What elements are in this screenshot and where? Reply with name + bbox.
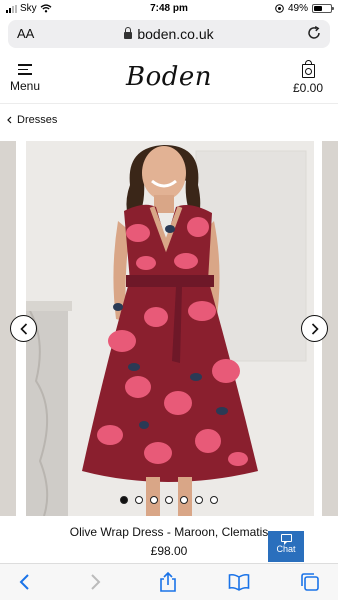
- tabs-button[interactable]: [298, 571, 322, 593]
- breadcrumb-link[interactable]: Dresses: [17, 114, 57, 126]
- carousel-dot[interactable]: [135, 496, 143, 504]
- chat-label: Chat: [276, 544, 296, 554]
- product-image[interactable]: [26, 141, 314, 516]
- battery-icon: [312, 4, 334, 13]
- breadcrumb[interactable]: Dresses: [7, 114, 57, 126]
- lock-icon: [124, 27, 133, 39]
- basket-button[interactable]: £0.00: [288, 60, 328, 95]
- chat-button[interactable]: Chat: [268, 531, 304, 562]
- status-bar: Sky 7:48 pm 49%: [0, 0, 338, 18]
- back-button[interactable]: [12, 571, 36, 593]
- carousel-next-button[interactable]: [301, 315, 328, 342]
- product-image-carousel[interactable]: [0, 141, 338, 516]
- address-bar[interactable]: AA boden.co.uk: [8, 20, 330, 48]
- back-arrow-icon: [19, 574, 29, 590]
- forward-button[interactable]: [84, 571, 108, 593]
- bookmarks-button[interactable]: [227, 571, 251, 593]
- carousel-prev-button[interactable]: [10, 315, 37, 342]
- share-icon: [160, 571, 176, 592]
- shopping-bag-icon: [301, 60, 315, 78]
- basket-total: £0.00: [292, 81, 324, 95]
- chevron-left-icon: [7, 116, 12, 124]
- book-icon: [228, 573, 250, 591]
- reload-icon[interactable]: [306, 25, 322, 41]
- chat-bubble-icon: [280, 534, 292, 545]
- location-icon: [275, 4, 284, 13]
- carousel-dot[interactable]: [165, 496, 173, 504]
- carousel-dot[interactable]: [210, 496, 218, 504]
- carousel-dot[interactable]: [195, 496, 203, 504]
- url-text: boden.co.uk: [137, 26, 214, 42]
- site-header: Menu Boden £0.00: [0, 56, 338, 104]
- forward-arrow-icon: [91, 574, 101, 590]
- status-right: 49%: [275, 3, 334, 14]
- url-field[interactable]: boden.co.uk: [8, 26, 330, 42]
- carousel-dots: [0, 496, 338, 504]
- chevron-right-icon: [311, 322, 319, 335]
- battery-percent: 49%: [287, 3, 308, 14]
- carousel-dot[interactable]: [180, 496, 188, 504]
- browser-toolbar: [0, 563, 338, 600]
- chevron-left-icon: [19, 322, 27, 335]
- share-button[interactable]: [156, 571, 180, 593]
- carousel-dot[interactable]: [120, 496, 128, 504]
- carousel-dot[interactable]: [150, 496, 158, 504]
- tabs-icon: [301, 573, 319, 591]
